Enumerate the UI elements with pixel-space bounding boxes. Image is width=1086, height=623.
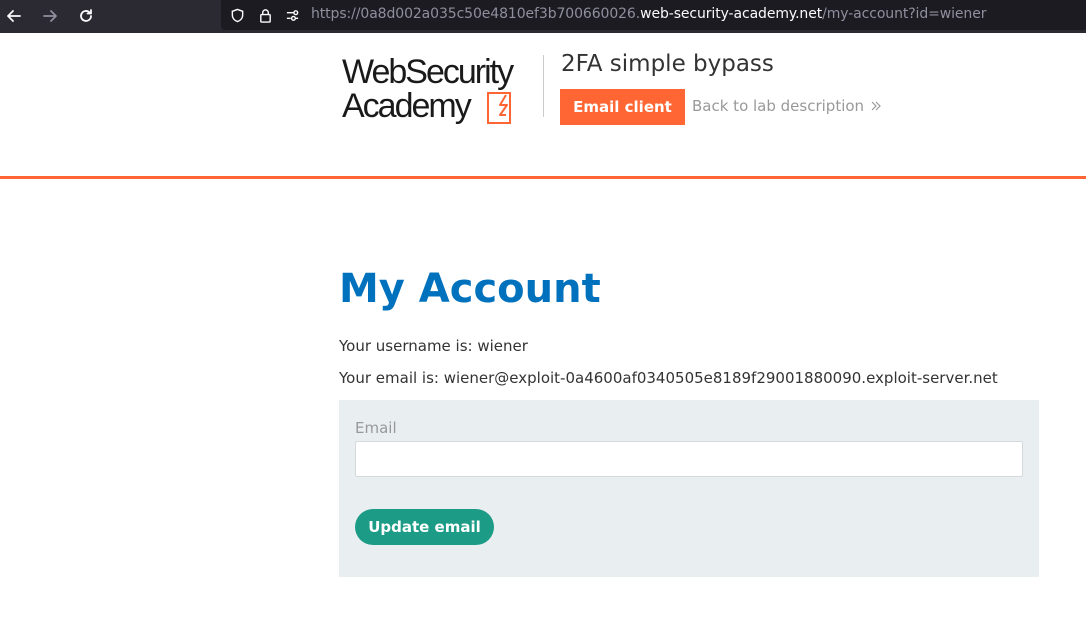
back-to-lab-description-link[interactable]: Back to lab description [692,97,882,115]
forward-arrow-icon[interactable] [40,6,60,26]
reload-icon[interactable] [76,6,96,26]
logo-line-2: Academy [342,87,472,125]
update-email-button[interactable]: Update email [355,509,494,545]
double-chevron-right-icon [871,101,881,111]
url-text[interactable]: https://0a8d002a035c50e4810ef3b700660026… [311,6,986,22]
lab-title: 2FA simple bypass [561,51,774,77]
url-prefix: https://0a8d002a035c50e4810ef3b700660026… [311,6,641,22]
url-bar[interactable]: https://0a8d002a035c50e4810ef3b700660026… [221,0,1086,30]
lock-icon[interactable] [256,6,274,24]
back-link-label: Back to lab description [692,97,865,115]
browser-toolbar: https://0a8d002a035c50e4810ef3b700660026… [0,0,1086,33]
web-security-academy-logo[interactable]: WebSecurity Academy [340,53,545,128]
logo-line-1: WebSecurity [342,53,514,91]
logo-bolt-icon [487,92,511,124]
username-line: Your username is: wiener [339,337,528,355]
email-line: Your email is: wiener@exploit-0a4600af03… [339,369,998,387]
url-path: /my-account?id=wiener [822,6,987,22]
page-title: My Account [339,266,601,312]
lab-header: WebSecurity Academy 2FA simple bypass Em… [0,33,1086,179]
change-email-form: Email Update email [339,400,1039,577]
permissions-icon[interactable] [283,6,301,24]
back-arrow-icon[interactable] [4,6,24,26]
url-host: web-security-academy.net [640,6,823,22]
shield-icon[interactable] [228,6,246,24]
email-field-label: Email [355,419,397,437]
email-client-button[interactable]: Email client [560,89,685,125]
header-divider [543,55,544,117]
email-input[interactable] [355,441,1023,477]
